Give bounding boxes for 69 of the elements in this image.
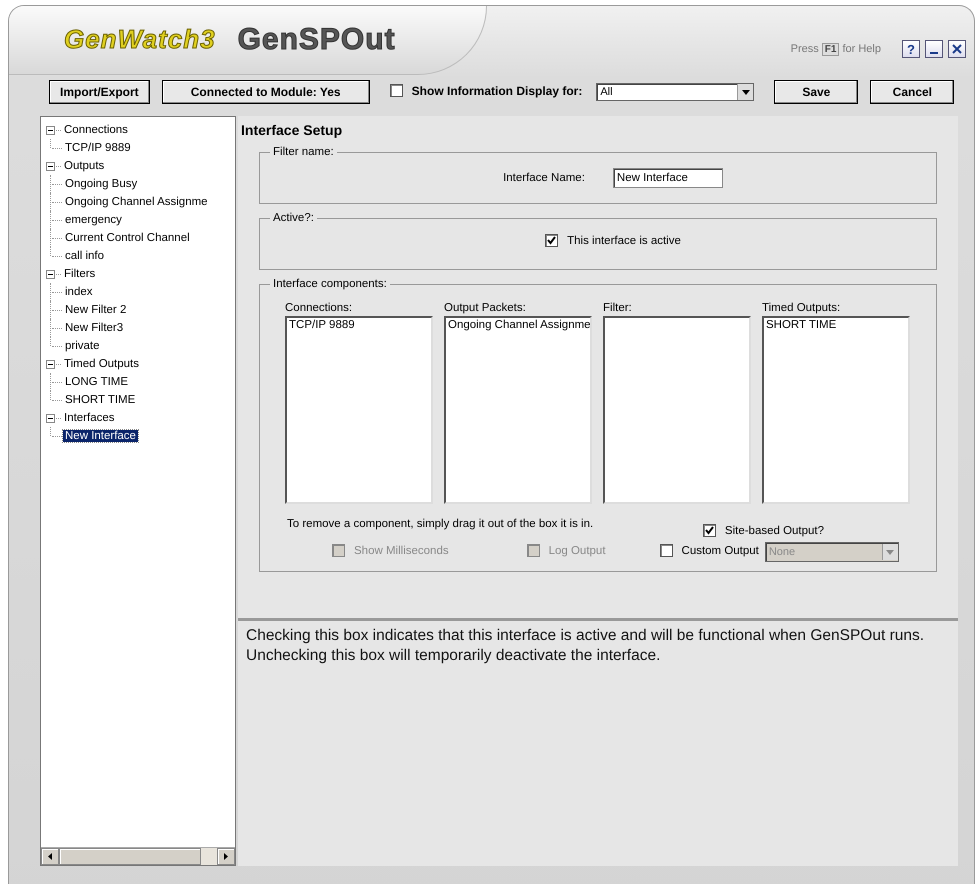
tree-item[interactable]: New Filter3 <box>63 322 126 334</box>
list-label: Connections: <box>285 302 354 314</box>
tree-item[interactable]: emergency <box>63 214 124 226</box>
logo: GenWatch3 <box>64 24 216 55</box>
connection-status-button[interactable]: Connected to Module: Yes <box>162 80 370 104</box>
display-select[interactable]: All <box>596 83 754 101</box>
list-box[interactable]: SHORT TIME <box>762 316 910 504</box>
help-button[interactable]: ? <box>902 40 920 58</box>
group-legend: Filter name: <box>270 146 337 158</box>
tree-item[interactable]: Connections <box>62 124 130 136</box>
list-item[interactable]: SHORT TIME <box>766 319 906 331</box>
tree-item[interactable]: Timed Outputs <box>62 358 141 370</box>
checkbox-label: Show Information Display for: <box>412 84 582 98</box>
tree-item[interactable]: LONG TIME <box>63 376 130 388</box>
tree-item[interactable]: Outputs <box>62 160 106 172</box>
checkbox-label: Site-based Output? <box>724 524 824 536</box>
checkbox[interactable] <box>702 524 716 537</box>
list-label: Timed Outputs: <box>762 302 842 314</box>
checkbox[interactable] <box>660 544 673 557</box>
checkbox-label: This interface is active <box>567 234 681 246</box>
tree-item[interactable]: New Filter 2 <box>63 304 128 316</box>
tree-item[interactable]: Filters <box>62 268 98 280</box>
list-item[interactable]: Ongoing Channel Assignme <box>448 319 588 331</box>
list-box[interactable] <box>603 316 751 504</box>
checkbox[interactable] <box>545 234 558 247</box>
minimize-icon[interactable] <box>925 40 943 58</box>
collapse-icon[interactable] <box>46 162 55 170</box>
tree-item[interactable]: Interfaces <box>62 412 116 424</box>
tree-item[interactable]: call info <box>63 250 106 262</box>
tree-item[interactable]: New Interface <box>63 430 138 442</box>
description-text: Checking this box indicates that this interface is active and will be functional when GenSPOut runs. Unchecking this box will temporarily deactivate the interface. <box>238 621 958 866</box>
group-legend: Interface components: <box>270 278 390 290</box>
tree-item[interactable]: TCP/IP 9889 <box>63 142 133 154</box>
close-icon[interactable] <box>948 40 966 58</box>
list-item[interactable]: TCP/IP 9889 <box>289 319 429 331</box>
collapse-icon[interactable] <box>46 270 55 278</box>
help-text: for Help <box>842 43 881 55</box>
group-legend: Active?: <box>270 212 317 224</box>
cancel-button[interactable]: Cancel <box>870 80 954 104</box>
checkbox-label: Show Milliseconds <box>354 544 449 556</box>
scroll-left-icon[interactable] <box>41 848 59 865</box>
field-label: Interface Name: <box>503 172 585 184</box>
window-title: GenSPOut <box>238 22 396 56</box>
import-export-button[interactable]: Import/Export <box>49 80 150 104</box>
tree-item[interactable]: Ongoing Busy <box>63 178 140 190</box>
section-heading: Interface Setup <box>241 122 344 138</box>
interface-name-field[interactable]: New Interface <box>612 168 723 188</box>
collapse-icon[interactable] <box>46 126 55 134</box>
tree-item[interactable]: private <box>63 340 102 352</box>
collapse-icon[interactable] <box>46 414 55 422</box>
tree-item[interactable]: Current Control Channel <box>63 232 192 244</box>
help-text: Press <box>790 43 819 55</box>
tree-item[interactable]: Ongoing Channel Assignme <box>63 196 210 208</box>
checkbox-label: Custom Output <box>682 544 759 556</box>
dropdown-arrow-icon[interactable] <box>742 90 750 94</box>
scrollbar-thumb[interactable] <box>59 848 201 865</box>
tree-item[interactable]: index <box>63 286 94 298</box>
list-label: Output Packets: <box>444 302 527 314</box>
list-box[interactable]: Ongoing Channel Assignme <box>444 316 592 504</box>
checkbox-label: Log Output <box>548 544 606 556</box>
list-box[interactable]: TCP/IP 9889 <box>285 316 433 504</box>
key-hint: F1 <box>822 42 840 56</box>
checkbox[interactable] <box>390 84 403 98</box>
save-button[interactable]: Save <box>774 80 858 104</box>
tree-item[interactable]: SHORT TIME <box>63 394 138 406</box>
hint-text: To remove a component, simply drag it out of the box it is in. <box>287 518 594 530</box>
list-label: Filter: <box>603 302 633 314</box>
collapse-icon[interactable] <box>46 360 55 368</box>
scroll-right-icon[interactable] <box>217 848 235 865</box>
